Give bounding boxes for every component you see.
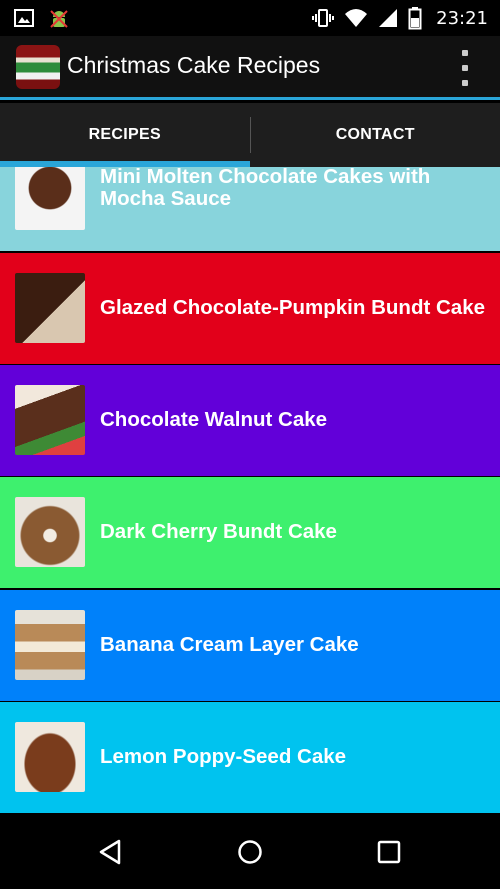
action-bar: Christmas Cake Recipes [0, 36, 500, 100]
recipe-row-mini-molten[interactable]: Mini Molten Chocolate Cakes with Mocha S… [0, 167, 500, 251]
recipe-thumbnail [15, 167, 85, 230]
app-title: Christmas Cake Recipes [67, 52, 321, 78]
battery-icon [408, 7, 422, 30]
vibrate-icon [312, 9, 335, 27]
recipe-title: Chocolate Walnut Cake [100, 408, 328, 431]
recipe-list[interactable]: Mini Molten Chocolate Cakes with Mocha S… [0, 167, 500, 814]
menu-dot [462, 50, 468, 56]
recipe-thumbnail [15, 610, 85, 680]
recipe-row-chocolate-walnut[interactable]: Chocolate Walnut Cake [0, 365, 500, 476]
image-icon [14, 9, 34, 27]
recipe-title: Glazed Chocolate-Pumpkin Bundt Cake [100, 296, 485, 319]
recipe-title: Lemon Poppy-Seed Cake [100, 745, 347, 768]
navigation-bar [0, 814, 500, 889]
recipe-thumbnail [15, 385, 85, 455]
recipe-row-dark-cherry-bundt[interactable]: Dark Cherry Bundt Cake [0, 477, 500, 588]
recents-icon[interactable] [375, 838, 403, 866]
android-debug-icon [50, 10, 68, 28]
tab-recipes[interactable]: RECIPES [0, 103, 250, 167]
wifi-icon [345, 9, 368, 27]
recipe-row-banana-cream-layer[interactable]: Banana Cream Layer Cake [0, 590, 500, 701]
app-logo-icon[interactable] [16, 45, 60, 89]
overflow-menu-icon[interactable] [456, 50, 474, 86]
tab-contact[interactable]: CONTACT [251, 103, 500, 167]
status-right-icons: 23:21 [312, 6, 488, 30]
recipe-thumbnail [15, 497, 85, 567]
recipe-title: Banana Cream Layer Cake [100, 633, 359, 656]
status-left-icons [14, 8, 70, 30]
recipe-thumbnail [15, 273, 85, 343]
recipe-title: Dark Cherry Bundt Cake [100, 520, 337, 543]
status-bar: 23:21 [0, 0, 500, 36]
recipe-row-glazed-chocolate-pumpkin[interactable]: Glazed Chocolate-Pumpkin Bundt Cake [0, 253, 500, 364]
recipe-thumbnail [15, 722, 85, 792]
recipe-title: Mini Molten Chocolate Cakes with Mocha S… [100, 167, 431, 210]
back-icon[interactable] [97, 838, 125, 866]
status-time: 23:21 [436, 7, 488, 29]
recipe-row-lemon-poppy-seed[interactable]: Lemon Poppy-Seed Cake [0, 702, 500, 813]
home-icon[interactable] [236, 838, 264, 866]
tab-bar: RECIPES CONTACT [0, 103, 500, 167]
menu-dot [462, 65, 468, 71]
signal-icon [379, 9, 398, 27]
menu-dot [462, 80, 468, 86]
